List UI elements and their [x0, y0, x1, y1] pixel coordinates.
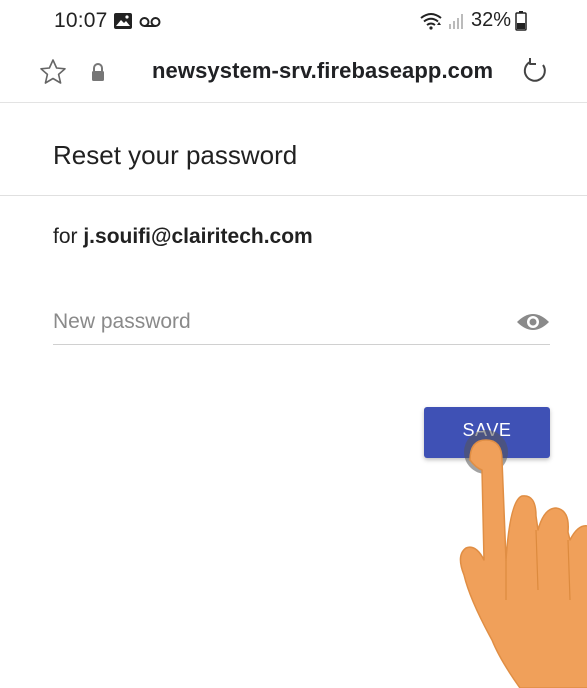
battery-percent: 32% — [470, 9, 511, 31]
account-line: for j.souifi@clairitech.com — [53, 225, 313, 249]
screen: 10:07 32% newsystem-srv.firebaseapp.com … — [0, 0, 587, 688]
account-prefix: for — [53, 225, 84, 248]
save-button[interactable]: SAVE — [424, 407, 550, 458]
gallery-icon — [113, 12, 133, 35]
title-divider — [0, 195, 587, 196]
status-left-icons — [113, 12, 161, 35]
status-time: 10:07 — [54, 9, 108, 32]
account-email: j.souifi@clairitech.com — [83, 225, 313, 248]
url-text[interactable]: newsystem-srv.firebaseapp.com — [152, 58, 493, 84]
new-password-input[interactable] — [53, 306, 493, 338]
battery-icon — [515, 10, 527, 31]
eye-icon[interactable] — [516, 310, 550, 334]
star-icon[interactable] — [38, 57, 68, 87]
voicemail-icon — [139, 15, 161, 33]
lock-icon[interactable] — [90, 62, 106, 82]
browser-url-bar: newsystem-srv.firebaseapp.com — [0, 40, 587, 103]
signal-icon — [447, 12, 467, 30]
wifi-icon — [419, 11, 443, 31]
reload-icon[interactable] — [520, 56, 550, 86]
status-right: 32% — [419, 9, 527, 32]
password-field — [53, 300, 550, 345]
status-bar: 10:07 32% — [0, 0, 587, 40]
page-title: Reset your password — [53, 140, 298, 170]
